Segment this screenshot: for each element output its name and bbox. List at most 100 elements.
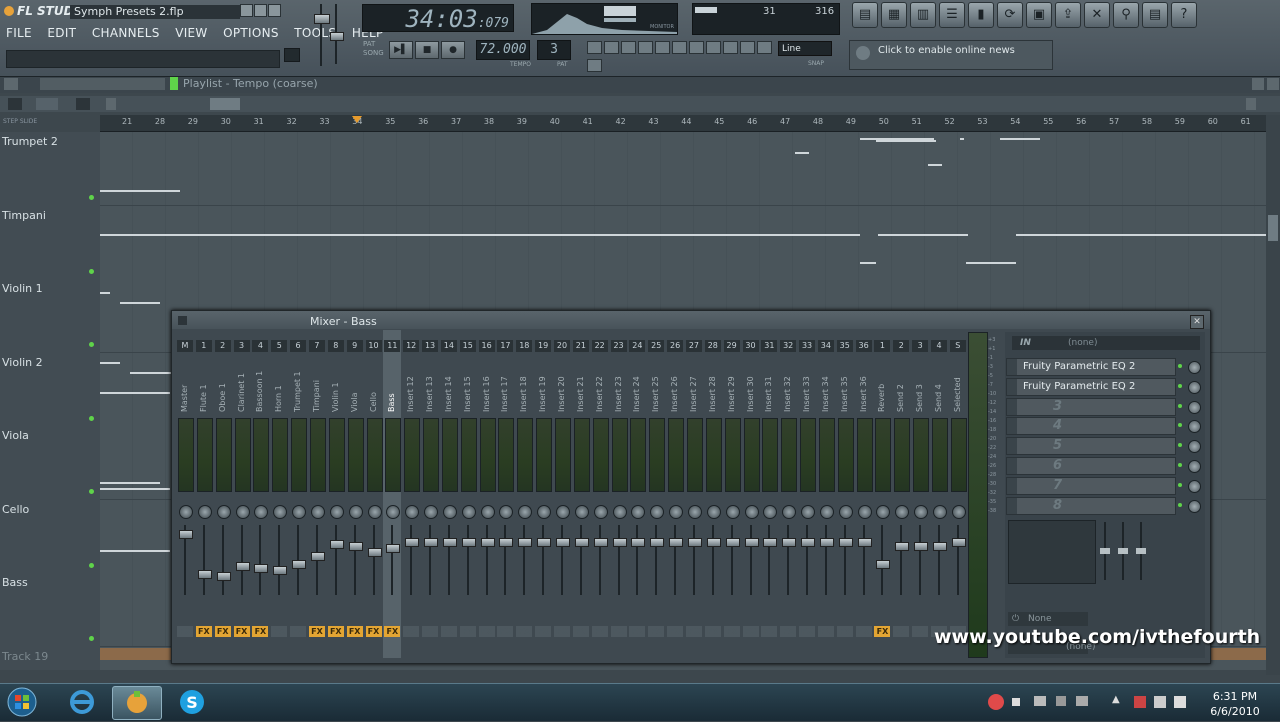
- pan-knob[interactable]: [574, 505, 589, 519]
- fx-slot[interactable]: 4: [1006, 417, 1176, 436]
- volume-fader-cap[interactable]: [386, 544, 401, 553]
- security-tray-icon[interactable]: [1134, 696, 1146, 708]
- volume-fader-cap[interactable]: [367, 548, 382, 557]
- tray-arrow-icon[interactable]: ▲: [1112, 694, 1120, 705]
- pattern-note[interactable]: [860, 138, 934, 140]
- mixer-close-icon[interactable]: ✕: [1190, 315, 1204, 329]
- track-mute-indicator[interactable]: [89, 195, 94, 200]
- fx-enable-button[interactable]: FX: [327, 626, 344, 637]
- track-mute-indicator[interactable]: [89, 636, 94, 641]
- pan-knob[interactable]: [329, 505, 344, 519]
- play-button[interactable]: ▶▌: [389, 41, 413, 59]
- system-tray[interactable]: ▲: [1110, 694, 1200, 710]
- mixer-strip[interactable]: 11 Bass FX: [383, 330, 402, 658]
- pattern-note[interactable]: [795, 152, 809, 154]
- fx-enable-button[interactable]: FX: [610, 626, 627, 637]
- volume-fader-cap[interactable]: [725, 538, 740, 547]
- pattern-tab-icon[interactable]: [8, 98, 22, 110]
- mixer-strip[interactable]: 2 Oboe 1 FX: [214, 330, 232, 658]
- mixer-strip[interactable]: 22 Insert 22 FX: [591, 330, 609, 658]
- volume-fader-cap[interactable]: [631, 538, 646, 547]
- fx-enable-button[interactable]: FX: [308, 626, 325, 637]
- volume-fader-track[interactable]: [900, 525, 903, 595]
- tool-icon[interactable]: [587, 59, 602, 72]
- pan-knob[interactable]: [386, 505, 401, 519]
- pan-knob[interactable]: [744, 505, 759, 519]
- volume-fader-cap[interactable]: [499, 538, 514, 547]
- volume-fader-cap[interactable]: [518, 538, 533, 547]
- fx-enable-button[interactable]: FX: [195, 626, 212, 637]
- mixer-strip[interactable]: 3 Send 3 FX: [911, 330, 930, 658]
- fx-enable-button[interactable]: FX: [403, 626, 420, 637]
- volume-fader-track[interactable]: [598, 525, 601, 595]
- fl-studio-taskbar-icon[interactable]: [112, 686, 162, 720]
- mixer-strip[interactable]: 19 Insert 19 FX: [534, 330, 553, 658]
- pattern-note[interactable]: [120, 302, 160, 304]
- mixer-strip[interactable]: 16 Insert 16 FX: [478, 330, 496, 658]
- pan-knob[interactable]: [424, 505, 439, 519]
- fx-enable-button[interactable]: FX: [384, 626, 401, 637]
- pattern-note[interactable]: [100, 488, 170, 490]
- volume-fader-cap[interactable]: [574, 538, 589, 547]
- volume-fader-track[interactable]: [410, 525, 413, 595]
- search-icon[interactable]: ⚲: [1113, 2, 1139, 28]
- fx-enable-button[interactable]: FX: [572, 626, 589, 637]
- fx-slot-menu-icon[interactable]: [1007, 378, 1017, 395]
- fx-enable-button[interactable]: FX: [233, 626, 250, 637]
- tool-icon[interactable]: [740, 41, 755, 54]
- fx-enable-button[interactable]: FX: [799, 626, 816, 637]
- mixer-strip[interactable]: 12 Insert 12 FX: [402, 330, 421, 658]
- pan-knob[interactable]: [499, 505, 514, 519]
- volume-fader-track[interactable]: [353, 525, 356, 595]
- volume-fader-cap[interactable]: [216, 572, 231, 581]
- fx-enable-button[interactable]: FX: [685, 626, 702, 637]
- send-faders[interactable]: [1100, 520, 1150, 582]
- mixer-strip[interactable]: 8 Violin 1 FX: [327, 330, 345, 658]
- track-label[interactable]: Track 19: [2, 650, 48, 663]
- fx-enable-button[interactable]: FX: [893, 626, 910, 637]
- mixer-strip[interactable]: 10 Cello FX: [365, 330, 383, 658]
- pan-knob[interactable]: [819, 505, 834, 519]
- pan-knob[interactable]: [687, 505, 702, 519]
- fx-mix-knob[interactable]: [1188, 400, 1201, 414]
- volume-fader-cap[interactable]: [537, 538, 552, 547]
- playlist-close-icon[interactable]: [1267, 78, 1279, 90]
- audio-tab-icon[interactable]: [36, 98, 58, 110]
- fx-enable-button[interactable]: FX: [290, 626, 307, 637]
- fx-slot-menu-icon[interactable]: [1007, 398, 1017, 415]
- volume-fader-track[interactable]: [636, 525, 639, 595]
- notes-icon[interactable]: ▤: [1142, 2, 1168, 28]
- mixer-strip[interactable]: 28 Insert 28 FX: [704, 330, 722, 658]
- volume-fader-cap[interactable]: [933, 542, 947, 551]
- fx-enable-button[interactable]: FX: [252, 626, 269, 637]
- mixer-strip[interactable]: 29 Insert 29 FX: [723, 330, 741, 658]
- export-icon[interactable]: ⇪: [1055, 2, 1081, 28]
- mixer-strip[interactable]: 36 Insert 36 FX: [855, 330, 873, 658]
- track-mute-indicator[interactable]: [89, 342, 94, 347]
- volume-fader-cap[interactable]: [424, 538, 439, 547]
- mixer-strip[interactable]: 7 Timpani FX: [308, 330, 326, 658]
- mixer-strip[interactable]: 32 Insert 32 FX: [779, 330, 798, 658]
- fx-enable-button[interactable]: FX: [535, 626, 552, 637]
- volume-fader-cap[interactable]: [292, 560, 307, 569]
- fx-enable-button[interactable]: FX: [440, 626, 457, 637]
- track-label[interactable]: Violin 2: [2, 356, 43, 369]
- volume-fader-track[interactable]: [579, 525, 582, 595]
- mixer-strip[interactable]: 4 Bassoon 1 FX: [251, 330, 270, 658]
- menu-channels[interactable]: CHANNELS: [92, 26, 160, 40]
- stop-tray-icon[interactable]: [1012, 698, 1020, 706]
- pan-knob[interactable]: [857, 505, 872, 519]
- fx-slot-menu-icon[interactable]: [1007, 438, 1017, 455]
- pan-knob[interactable]: [951, 505, 966, 519]
- playlist-icon[interactable]: ▤: [852, 2, 878, 28]
- pan-knob[interactable]: [405, 505, 420, 519]
- mixer-strip[interactable]: M Master FX: [176, 330, 194, 658]
- mixer-strip[interactable]: 2 Send 2 FX: [892, 330, 911, 658]
- pan-knob[interactable]: [593, 505, 608, 519]
- fx-slot-menu-icon[interactable]: [1007, 418, 1017, 435]
- fx-enable-button[interactable]: FX: [177, 626, 193, 637]
- fx-enable-button[interactable]: FX: [422, 626, 439, 637]
- fx-enable-button[interactable]: FX: [554, 626, 570, 637]
- mixer-strip[interactable]: 6 Trumpet 1 FX: [289, 330, 308, 658]
- pattern-note[interactable]: [100, 190, 180, 192]
